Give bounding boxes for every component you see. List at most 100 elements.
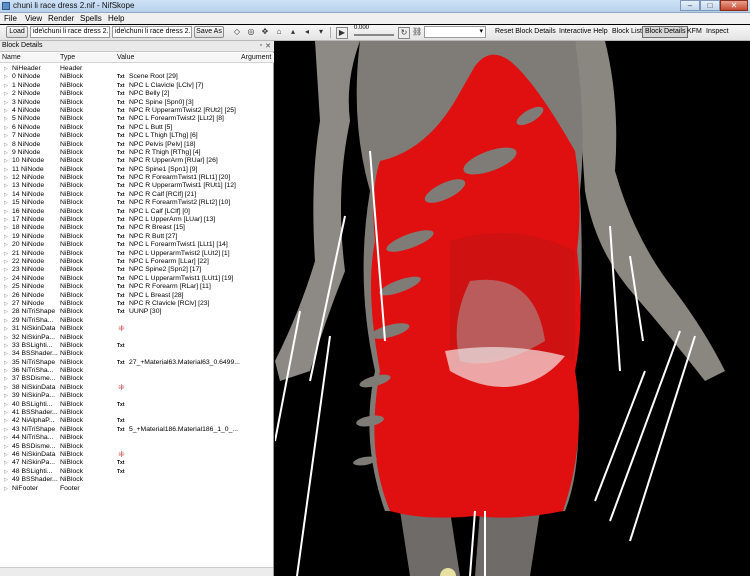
- row-value[interactable]: NPC Spine2 [Spn2] [17]: [129, 266, 201, 274]
- close-icon[interactable]: ✕: [265, 42, 271, 50]
- row-value[interactable]: Scene Root [29]: [129, 73, 178, 81]
- lod-slider[interactable]: [354, 34, 394, 36]
- expand-arrow-icon[interactable]: ▷: [4, 392, 10, 400]
- tree-row[interactable]: ▷ 10 NiNode NiBlock Txt NPC R UpperArm [RUar…: [0, 157, 273, 165]
- expand-arrow-icon[interactable]: ▷: [4, 451, 10, 459]
- tree-row[interactable]: ▷ 11 NiNode NiBlock Txt NPC Spine1 [Spn1] [9…: [0, 166, 273, 174]
- expand-arrow-icon[interactable]: ▷: [4, 141, 10, 149]
- block-list-button[interactable]: Block List: [612, 28, 642, 35]
- render-viewport[interactable]: [275, 41, 750, 576]
- row-value[interactable]: NPC L Thigh [LThg] [6]: [129, 132, 198, 140]
- expand-arrow-icon[interactable]: ▷: [4, 241, 10, 249]
- expand-arrow-icon[interactable]: ▷: [4, 216, 10, 224]
- menu-file[interactable]: File: [4, 14, 17, 23]
- expand-arrow-icon[interactable]: ▷: [4, 149, 10, 157]
- tree-row[interactable]: ▷ 13 NiNode NiBlock Txt NPC R UpperarmTwist1…: [0, 182, 273, 190]
- expand-arrow-icon[interactable]: ▷: [4, 182, 10, 190]
- inspect-button[interactable]: Inspect: [706, 28, 729, 35]
- expand-arrow-icon[interactable]: ▷: [4, 300, 10, 308]
- row-value[interactable]: NPC Spine [Spn0] [3]: [129, 99, 194, 107]
- tree-row[interactable]: ▷ 25 NiNode NiBlock Txt NPC R Forearm [RLar]…: [0, 283, 273, 291]
- row-value[interactable]: NPC R ForearmTwist1 [RLt1] [20]: [129, 174, 230, 182]
- tree-row[interactable]: ▷ 32 NiSkinPa... NiBlock: [0, 334, 273, 342]
- tree-row[interactable]: ▷ 27 NiNode NiBlock Txt NPC R Clavicle [RClv…: [0, 300, 273, 308]
- expand-arrow-icon[interactable]: ▷: [4, 426, 10, 434]
- expand-arrow-icon[interactable]: ▷: [4, 350, 10, 358]
- row-value[interactable]: NPC L ForearmTwist1 [LLt1] [14]: [129, 241, 228, 249]
- expand-arrow-icon[interactable]: ▷: [4, 166, 10, 174]
- row-value[interactable]: NPC R Butt [27]: [129, 233, 177, 241]
- expand-arrow-icon[interactable]: ▷: [4, 292, 10, 300]
- play-icon[interactable]: ▶: [336, 27, 348, 39]
- expand-arrow-icon[interactable]: ▷: [4, 367, 10, 375]
- row-value[interactable]: NPC L Breast [28]: [129, 292, 184, 300]
- expand-arrow-icon[interactable]: ▷: [4, 191, 10, 199]
- tree-row[interactable]: ▷ 40 BSLighti... NiBlock Txt: [0, 401, 273, 409]
- axes-icon[interactable]: ✥: [260, 27, 270, 37]
- row-value[interactable]: NPC Belly [2]: [129, 90, 169, 98]
- tree-row[interactable]: ▷ 38 NiSkinData NiBlock ⁜: [0, 383, 273, 392]
- minimize-button[interactable]: –: [680, 0, 700, 11]
- row-value[interactable]: NPC Spine1 [Spn1] [9]: [129, 166, 197, 174]
- expand-arrow-icon[interactable]: ▷: [4, 459, 10, 467]
- tree-row[interactable]: ▷ 23 NiNode NiBlock Txt NPC Spine2 [Spn2] [1…: [0, 266, 273, 274]
- expand-arrow-icon[interactable]: ▷: [4, 325, 10, 333]
- tree-row[interactable]: ▷ 35 NiTriShape NiBlock Txt 27_+Material63.M…: [0, 359, 273, 367]
- expand-arrow-icon[interactable]: ▷: [4, 224, 10, 232]
- unlink-icon[interactable]: ⛓: [412, 27, 422, 37]
- tree-row[interactable]: ▷ 44 NiTriSha... NiBlock: [0, 434, 273, 442]
- tree-row[interactable]: ▷ 46 NiSkinData NiBlock ⁜: [0, 450, 273, 459]
- tree-row[interactable]: ▷ 4 NiNode NiBlock Txt NPC R UpperarmTwist2 …: [0, 107, 273, 115]
- expand-arrow-icon[interactable]: ▷: [4, 434, 10, 442]
- row-value[interactable]: NPC R Thigh [RThg] [4]: [129, 149, 201, 157]
- tree-row[interactable]: ▷ 12 NiNode NiBlock Txt NPC R ForearmTwist1 …: [0, 174, 273, 182]
- menu-render[interactable]: Render: [48, 14, 74, 23]
- row-value[interactable]: NPC L Calf [LClf] [0]: [129, 208, 190, 216]
- expand-arrow-icon[interactable]: ▷: [4, 384, 10, 392]
- row-value[interactable]: NPC L Clavicle [LClv] [7]: [129, 82, 203, 90]
- tree-row[interactable]: ▷ 17 NiNode NiBlock Txt NPC L UpperArm [LUar…: [0, 216, 273, 224]
- expand-arrow-icon[interactable]: ▷: [4, 132, 10, 140]
- expand-arrow-icon[interactable]: ▷: [4, 375, 10, 383]
- tree-row[interactable]: ▷ 21 NiNode NiBlock Txt NPC L UpperarmTwist2…: [0, 250, 273, 258]
- row-value[interactable]: NPC R UpperArm [RUar] [26]: [129, 157, 218, 165]
- expand-arrow-icon[interactable]: ▷: [4, 124, 10, 132]
- expand-arrow-icon[interactable]: ▷: [4, 157, 10, 165]
- tree-row[interactable]: ▷ 14 NiNode NiBlock Txt NPC R Calf [RClf] [2…: [0, 191, 273, 199]
- col-value[interactable]: Value: [117, 54, 134, 61]
- expand-arrow-icon[interactable]: ▷: [4, 342, 10, 350]
- expand-arrow-icon[interactable]: ▷: [4, 107, 10, 115]
- horizontal-scrollbar[interactable]: [0, 567, 273, 576]
- tree-row[interactable]: ▷ 49 BSShader... NiBlock: [0, 476, 273, 484]
- col-argument[interactable]: Argument: [241, 54, 271, 61]
- expand-arrow-icon[interactable]: ▷: [4, 275, 10, 283]
- tree-row[interactable]: ▷ 28 NiTriShape NiBlock Txt UUNP [30]: [0, 308, 273, 316]
- expand-arrow-icon[interactable]: ▷: [4, 115, 10, 123]
- expand-arrow-icon[interactable]: ▷: [4, 308, 10, 316]
- row-value[interactable]: NPC R Clavicle [RClv] [23]: [129, 300, 209, 308]
- tree-row[interactable]: ▷ 24 NiNode NiBlock Txt NPC L UpperarmTwist1…: [0, 275, 273, 283]
- tree-row[interactable]: ▷ 37 BSDisme... NiBlock: [0, 375, 273, 383]
- expand-arrow-icon[interactable]: ▷: [4, 174, 10, 182]
- tree-row[interactable]: ▷ 18 NiNode NiBlock Txt NPC R Breast [15]: [0, 224, 273, 232]
- row-value[interactable]: NPC L UpperarmTwist1 [LUt1] [19]: [129, 275, 233, 283]
- menu-view[interactable]: View: [25, 14, 42, 23]
- save-as-button[interactable]: Save As: [194, 26, 224, 38]
- tree-row[interactable]: ▷ NiHeader Header: [0, 65, 273, 73]
- camera-icon[interactable]: ◎: [246, 27, 256, 37]
- tree-row[interactable]: ▷ 9 NiNode NiBlock Txt NPC R Thigh [RThg] [4…: [0, 149, 273, 157]
- tree-row[interactable]: ▷ 36 NiTriSha... NiBlock: [0, 367, 273, 375]
- expand-arrow-icon[interactable]: ▷: [4, 73, 10, 81]
- select-icon[interactable]: ◇: [232, 27, 242, 37]
- expand-arrow-icon[interactable]: ▷: [4, 476, 10, 484]
- tree-row[interactable]: ▷ 1 NiNode NiBlock Txt NPC L Clavicle [LClv]…: [0, 82, 273, 90]
- load-path-field[interactable]: ide\chuni li race dress 2.nif: [30, 26, 110, 38]
- row-value[interactable]: NPC R ForearmTwist2 [RLt2] [10]: [129, 199, 230, 207]
- row-value[interactable]: NPC R Forearm [RLar] [11]: [129, 283, 211, 291]
- expand-arrow-icon[interactable]: ▷: [4, 334, 10, 342]
- row-value[interactable]: NPC R Calf [RClf] [21]: [129, 191, 196, 199]
- row-value[interactable]: 5_+Material186.Material186_1_0_...: [129, 426, 238, 434]
- expand-arrow-icon[interactable]: ▷: [4, 90, 10, 98]
- tree-row[interactable]: ▷ 7 NiNode NiBlock Txt NPC L Thigh [LThg] [6…: [0, 132, 273, 140]
- load-button[interactable]: Load: [6, 26, 28, 38]
